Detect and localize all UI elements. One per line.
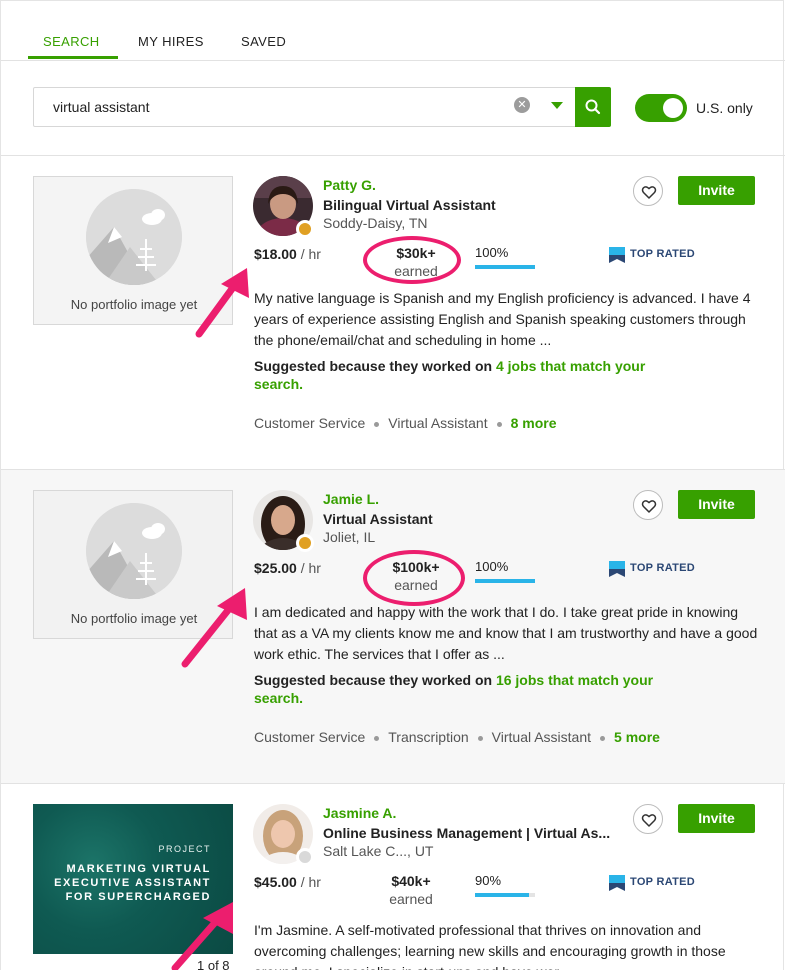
badge-icon <box>609 561 625 577</box>
project-tag: PROJECT <box>158 844 211 854</box>
mountain-icon <box>86 189 182 285</box>
availability-dot <box>296 220 314 238</box>
suggested-reason: Suggested because they worked on 16 jobs… <box>254 671 694 707</box>
suggested-prefix: Suggested because they worked on <box>254 672 493 688</box>
separator-dot <box>600 735 606 741</box>
freelancer-title: Online Business Management | Virtual As.… <box>323 825 611 841</box>
freelancer-card: No portfolio image yet Patty G. Bilingua… <box>1 156 785 470</box>
badge-icon <box>609 247 625 263</box>
earned-label: earned <box>389 891 433 907</box>
top-rated-label: TOP RATED <box>630 562 696 574</box>
more-skills-link[interactable]: 8 more <box>511 415 557 431</box>
save-freelancer-button[interactable] <box>633 176 663 206</box>
us-only-toggle[interactable] <box>635 94 687 122</box>
pointing-arrow-icon <box>171 902 233 970</box>
freelancer-card: PROJECT MARKETING VIRTUAL EXECUTIVE ASSI… <box>1 784 785 970</box>
pointing-arrow-icon <box>195 268 249 338</box>
availability-dot <box>296 848 314 866</box>
search-bar: virtual assistant ✕ U.S. only <box>1 62 785 156</box>
save-freelancer-button[interactable] <box>633 490 663 520</box>
separator-dot <box>496 421 502 427</box>
search-icon <box>585 99 601 115</box>
job-success-bar <box>475 579 535 583</box>
mountain-icon <box>86 503 182 599</box>
rate-value: $45.00 <box>254 874 297 890</box>
hourly-rate: $25.00 / hr <box>254 560 321 576</box>
separator-dot <box>477 735 483 741</box>
tab-search[interactable]: SEARCH <box>43 34 100 49</box>
job-success-bar <box>475 265 535 269</box>
save-freelancer-button[interactable] <box>633 804 663 834</box>
freelancer-location: Salt Lake C..., UT <box>323 843 434 859</box>
heart-icon <box>641 186 657 199</box>
earned-highlight-annotation <box>363 550 465 606</box>
invite-button[interactable]: Invite <box>678 176 755 205</box>
hourly-rate: $18.00 / hr <box>254 246 321 262</box>
invite-button[interactable]: Invite <box>678 490 755 519</box>
freelancer-name[interactable]: Patty G. <box>323 177 376 193</box>
earned-highlight-annotation <box>363 236 461 284</box>
chevron-down-icon[interactable] <box>551 102 563 109</box>
heart-icon <box>641 814 657 827</box>
freelancer-description: I am dedicated and happy with the work t… <box>254 604 758 662</box>
search-input[interactable]: virtual assistant <box>33 87 576 127</box>
top-rated-label: TOP RATED <box>630 248 696 260</box>
suggested-reason: Suggested because they worked on 4 jobs … <box>254 357 694 393</box>
freelancer-description: I'm Jasmine. A self-motivated profession… <box>254 922 726 970</box>
search-panel: SEARCH MY HIRES SAVED virtual assistant … <box>0 0 785 970</box>
top-rated-label: TOP RATED <box>630 876 696 888</box>
freelancer-name[interactable]: Jasmine A. <box>323 805 396 821</box>
job-success-fill <box>475 893 529 897</box>
job-success-score: 90% <box>475 873 502 888</box>
job-success-score: 100% <box>475 245 509 260</box>
rate-unit: / hr <box>300 560 321 576</box>
freelancer-name[interactable]: Jamie L. <box>323 491 379 507</box>
skills-list: Customer Service Virtual Assistant 8 more <box>254 415 557 431</box>
freelancer-card: No portfolio image yet Jamie L. Virtual … <box>1 470 785 784</box>
job-success-fill <box>475 265 535 269</box>
us-only-label: U.S. only <box>696 100 753 116</box>
skills-list: Customer Service Transcription Virtual Ass… <box>254 729 660 745</box>
toggle-knob <box>663 98 683 118</box>
more-skills-link[interactable]: 5 more <box>614 729 660 745</box>
clear-icon[interactable]: ✕ <box>514 97 530 113</box>
separator-dot <box>374 735 380 741</box>
skill-tag[interactable]: Transcription <box>388 729 468 745</box>
skill-tag[interactable]: Customer Service <box>254 415 365 431</box>
tab-my-hires[interactable]: MY HIRES <box>138 34 204 49</box>
job-success-fill <box>475 579 535 583</box>
freelancer-title: Virtual Assistant <box>323 511 433 527</box>
earned-amount: $40k+ <box>391 873 431 889</box>
skill-tag[interactable]: Virtual Assistant <box>388 415 487 431</box>
freelancer-description: My native language is Spanish and my Eng… <box>254 290 751 348</box>
skill-tag[interactable]: Customer Service <box>254 729 365 745</box>
freelancer-title: Bilingual Virtual Assistant <box>323 197 496 213</box>
rate-value: $25.00 <box>254 560 297 576</box>
active-tab-underline <box>28 56 118 59</box>
hourly-rate: $45.00 / hr <box>254 874 321 890</box>
job-success-score: 100% <box>475 559 509 574</box>
freelancer-location: Soddy-Daisy, TN <box>323 215 428 231</box>
tab-saved[interactable]: SAVED <box>241 34 286 49</box>
badge-icon <box>609 875 625 891</box>
rate-unit: / hr <box>300 874 321 890</box>
freelancer-location: Joliet, IL <box>323 529 376 545</box>
search-button[interactable] <box>575 87 611 127</box>
invite-button[interactable]: Invite <box>678 804 755 833</box>
rate-value: $18.00 <box>254 246 297 262</box>
pointing-arrow-icon <box>181 588 247 668</box>
separator-dot <box>374 421 380 427</box>
rate-unit: / hr <box>300 246 321 262</box>
skill-tag[interactable]: Virtual Assistant <box>492 729 591 745</box>
availability-dot <box>296 534 314 552</box>
total-earned: $40k+ earned <box>371 872 451 908</box>
heart-icon <box>641 500 657 513</box>
job-success-bar <box>475 893 535 897</box>
tab-bar: SEARCH MY HIRES SAVED <box>1 1 785 61</box>
suggested-prefix: Suggested because they worked on <box>254 358 493 374</box>
